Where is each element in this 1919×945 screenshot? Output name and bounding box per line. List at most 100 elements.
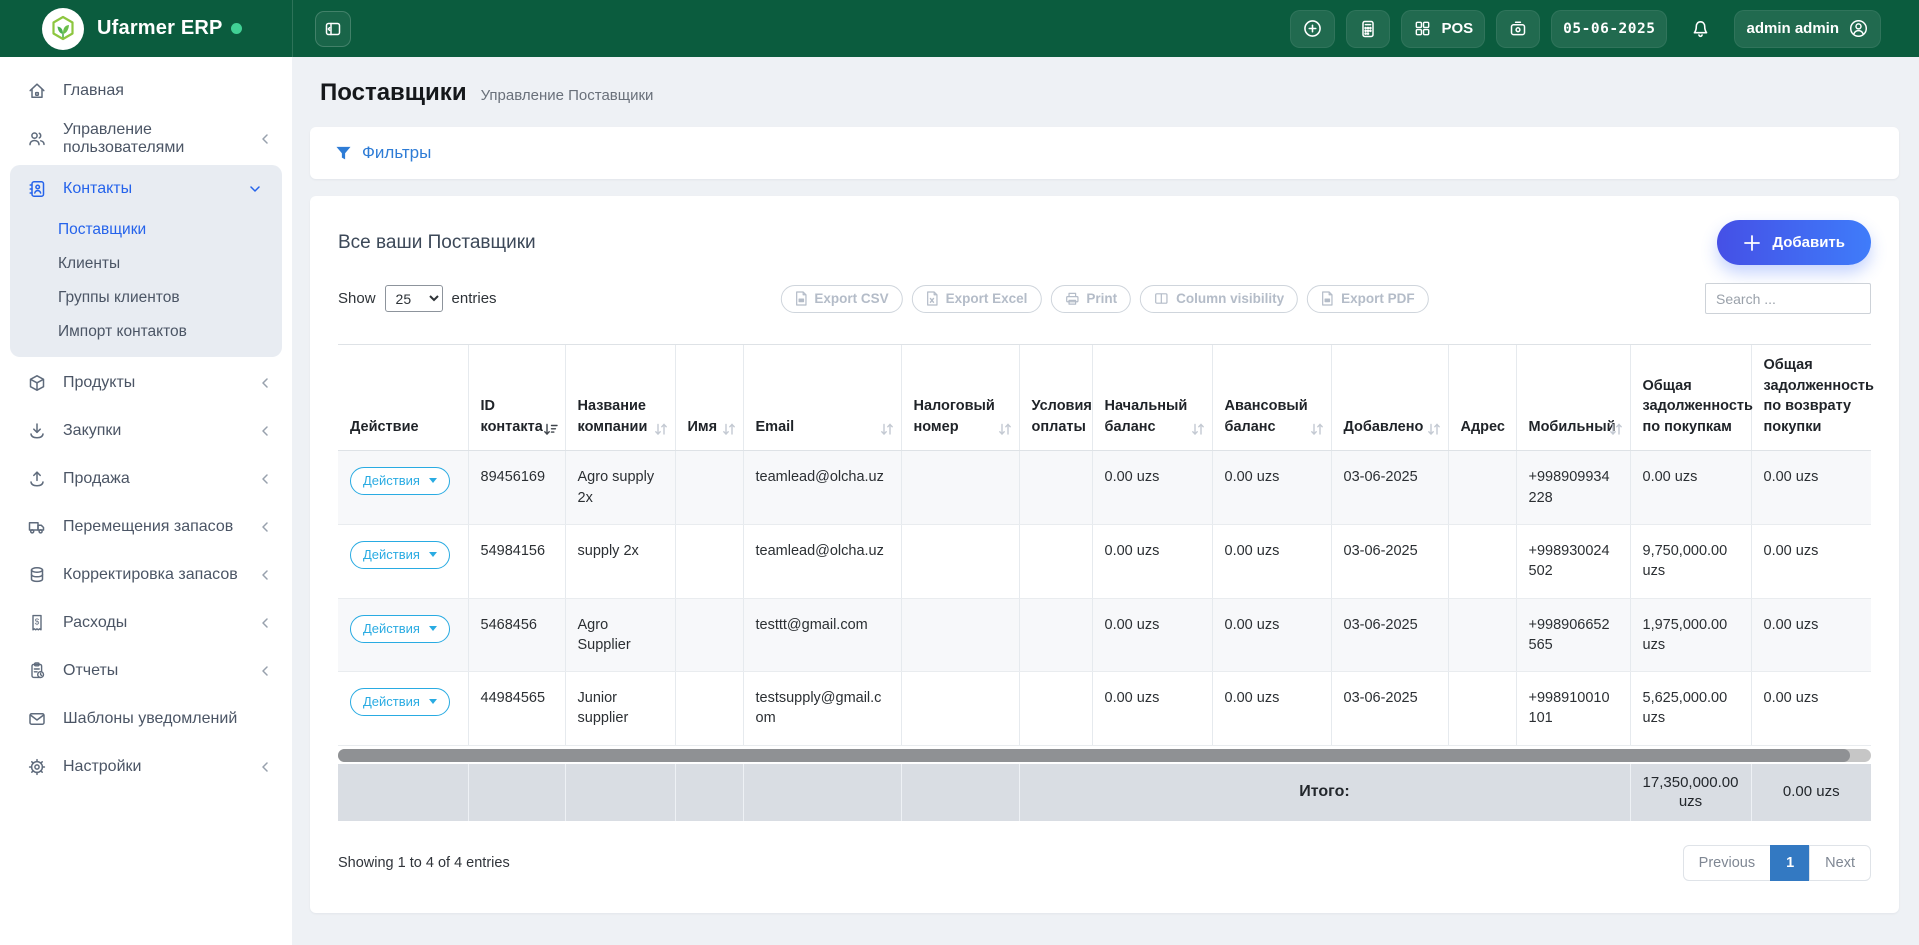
pagination-page-1-button[interactable]: 1 — [1770, 845, 1810, 881]
sort-icon — [998, 423, 1012, 436]
cell-address — [1448, 524, 1516, 598]
sidebar-subitem-suppliers[interactable]: Поставщики — [10, 213, 282, 247]
columns-icon — [1154, 291, 1169, 306]
sidebar-item-home[interactable]: Главная — [0, 67, 292, 115]
pos-button[interactable]: POS — [1401, 10, 1485, 48]
sidebar-item-stock-adjustments[interactable]: Корректировка запасов — [0, 551, 292, 599]
cell-advance-balance: 0.00 uzs — [1212, 451, 1331, 525]
filter-icon — [334, 144, 353, 163]
col-pay-terms: Условия оплаты — [1019, 345, 1092, 451]
sidebar-item-user-management[interactable]: Управление пользователями — [0, 115, 292, 163]
sort-icon — [1310, 423, 1324, 436]
filters-panel[interactable]: Фильтры — [310, 127, 1899, 179]
horizontal-scrollbar[interactable] — [338, 749, 1871, 762]
search-input[interactable] — [1705, 283, 1871, 314]
pagination-previous-button[interactable]: Previous — [1683, 845, 1771, 881]
page-size-select[interactable]: 25 — [385, 285, 443, 312]
cell-opening-balance: 0.00 uzs — [1092, 451, 1212, 525]
suppliers-table: Действие ID контакта Название компании И… — [338, 344, 1871, 746]
col-company[interactable]: Название компании — [565, 345, 675, 451]
notifications-button[interactable] — [1678, 10, 1723, 48]
sidebar-subitem-import-contacts[interactable]: Импорт контактов — [10, 315, 282, 349]
col-action: Действие — [338, 345, 468, 451]
scrollbar-thumb[interactable] — [338, 749, 1850, 762]
col-total-purchase-due: Общая задолженность по покупкам — [1630, 345, 1751, 451]
cash-register-icon — [1508, 19, 1528, 39]
svg-text:$: $ — [35, 618, 40, 627]
cell-email: testsupply@gmail.com — [743, 672, 901, 746]
database-icon — [26, 564, 48, 586]
status-dot — [231, 23, 242, 34]
col-email[interactable]: Email — [743, 345, 901, 451]
quick-add-button[interactable] — [1290, 10, 1335, 48]
col-opening-balance[interactable]: Начальный баланс — [1092, 345, 1212, 451]
cell-mobile: +998910010101 — [1516, 672, 1630, 746]
button-label: Export CSV — [814, 291, 888, 306]
sidebar-subitem-customers[interactable]: Клиенты — [10, 247, 282, 281]
sidebar-item-expenses[interactable]: $ Расходы — [0, 599, 292, 647]
print-button[interactable]: Print — [1050, 285, 1131, 313]
user-menu-button[interactable]: admin admin — [1734, 10, 1881, 48]
add-supplier-button[interactable]: Добавить — [1717, 220, 1871, 265]
export-excel-button[interactable]: Export Excel — [912, 285, 1042, 313]
column-label: Email — [756, 419, 795, 435]
sidebar-item-reports[interactable]: Отчеты — [0, 647, 292, 695]
column-label: Добавлено — [1344, 419, 1424, 435]
sidebar-collapse-button[interactable] — [315, 11, 351, 47]
sidebar-item-purchases[interactable]: Закупки — [0, 407, 292, 455]
cell-tax-number — [901, 598, 1019, 672]
cell-mobile: +998906652565 — [1516, 598, 1630, 672]
actions-label: Действия — [363, 547, 420, 562]
mail-icon — [26, 708, 48, 730]
totals-empty-cell — [565, 764, 675, 821]
cell-advance-balance: 0.00 uzs — [1212, 598, 1331, 672]
sidebar-item-label: Шаблоны уведомлений — [63, 710, 237, 728]
sort-desc-active-icon — [543, 423, 558, 436]
cell-opening-balance: 0.00 uzs — [1092, 524, 1212, 598]
cell-company: Agro supply 2x — [565, 451, 675, 525]
sidebar-item-label: Контакты — [63, 180, 132, 198]
col-added[interactable]: Добавлено — [1331, 345, 1448, 451]
show-label: Show — [338, 290, 376, 307]
calculator-button[interactable] — [1346, 10, 1390, 48]
row-actions-button[interactable]: Действия — [350, 541, 450, 569]
date-button[interactable]: 05-06-2025 — [1551, 10, 1667, 48]
caret-down-icon — [429, 552, 437, 557]
download-icon — [26, 420, 48, 442]
col-name[interactable]: Имя — [675, 345, 743, 451]
cell-address — [1448, 598, 1516, 672]
cell-address — [1448, 451, 1516, 525]
row-actions-button[interactable]: Действия — [350, 615, 450, 643]
totals-empty-cell — [675, 764, 743, 821]
row-actions-button[interactable]: Действия — [350, 467, 450, 495]
col-contact-id[interactable]: ID контакта — [468, 345, 565, 451]
pagination-next-button[interactable]: Next — [1809, 845, 1871, 881]
chevron-left-icon — [258, 424, 272, 438]
leaf-logo-icon — [48, 14, 78, 44]
sort-icon — [1191, 423, 1205, 436]
row-actions-button[interactable]: Действия — [350, 688, 450, 716]
cash-register-button[interactable] — [1496, 10, 1540, 48]
sidebar-item-notification-templates[interactable]: Шаблоны уведомлений — [0, 695, 292, 743]
col-advance-balance[interactable]: Авансовый баланс — [1212, 345, 1331, 451]
col-tax-number[interactable]: Налоговый номер — [901, 345, 1019, 451]
column-visibility-button[interactable]: Column visibility — [1140, 285, 1298, 313]
sidebar-item-contacts[interactable]: Контакты — [10, 165, 282, 213]
sidebar: Главная Управление пользователями — [0, 57, 292, 945]
sidebar-subitem-customer-groups[interactable]: Группы клиентов — [10, 281, 282, 315]
cell-mobile: +998909934228 — [1516, 451, 1630, 525]
export-csv-button[interactable]: Export CSV — [780, 285, 902, 313]
sidebar-item-label: Продукты — [63, 374, 135, 392]
suppliers-panel: Все ваши Поставщики Добавить Show 25 ent… — [310, 196, 1899, 913]
sidebar-item-settings[interactable]: Настройки — [0, 743, 292, 791]
cell-pay-terms — [1019, 524, 1092, 598]
cell-total-purchase-due: 5,625,000.00 uzs — [1630, 672, 1751, 746]
export-pdf-button[interactable]: Export PDF — [1307, 285, 1429, 313]
col-mobile[interactable]: Мобильный — [1516, 345, 1630, 451]
sidebar-item-products[interactable]: Продукты — [0, 359, 292, 407]
panel-title: Все ваши Поставщики — [338, 232, 536, 254]
sidebar-item-sales[interactable]: Продажа — [0, 455, 292, 503]
sidebar-item-stock-transfers[interactable]: Перемещения запасов — [0, 503, 292, 551]
totals-return-due: 0.00 uzs — [1751, 764, 1871, 821]
cell-total-purchase-due: 0.00 uzs — [1630, 451, 1751, 525]
